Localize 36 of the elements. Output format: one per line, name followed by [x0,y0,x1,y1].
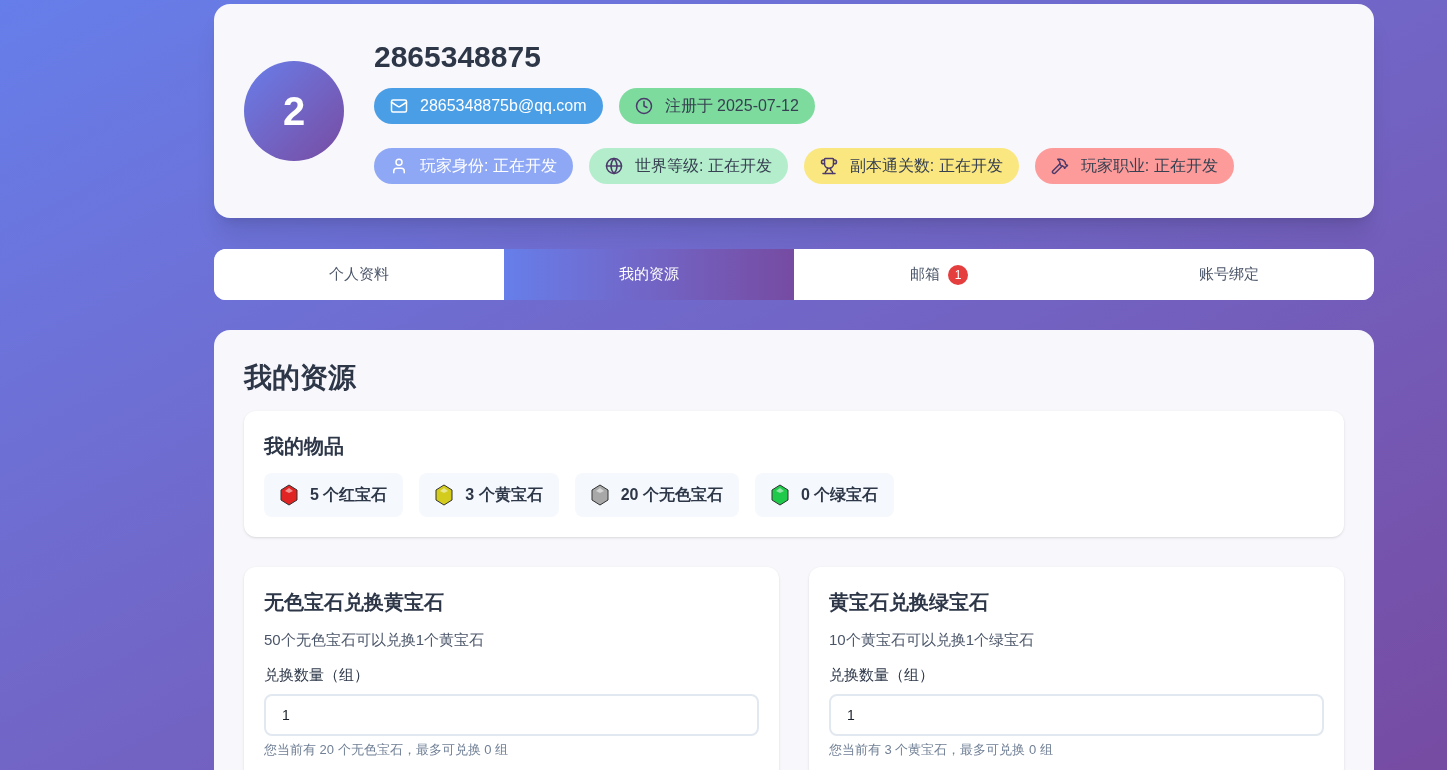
field-label: 兑换数量（组） [829,664,935,685]
badge-text: 玩家身份: 正在开发 [420,155,557,176]
badge-text: 副本通关数: 正在开发 [849,155,1003,176]
items-title: 我的物品 [264,434,345,459]
exchange-title: 无色宝石兑换黄宝石 [264,590,445,615]
item-count: 3 个黄宝石 [465,485,543,505]
person-icon [390,156,408,175]
user-name: 2865348875 [374,39,542,76]
clock-icon [634,96,653,115]
exchange-title: 黄宝石兑换绿宝石 [829,590,990,615]
badge-text: 2865348875b@qq.com [420,95,587,116]
exchange-description: 50个无色宝石可以兑换1个黄宝石 [264,630,486,650]
badge-text: 玩家职业: 正在开发 [1080,155,1218,176]
avatar: 2 [244,61,344,161]
tab[interactable]: 我的资源 [504,249,794,300]
globe-icon [604,156,623,175]
item-count: 20 个无色宝石 [620,485,723,505]
count-badge: 1 [948,264,968,285]
gem-icon [770,484,789,506]
quantity-field[interactable]: 1 [264,694,759,736]
hint-text: 您当前有 3 个黄宝石，最多可兑换 0 组 [829,741,1054,759]
mail-icon [390,96,408,115]
exchange-description: 10个黄宝石可以兑换1个绿宝石 [829,630,1036,650]
gem-icon [280,484,298,506]
item-count: 0 个绿宝石 [800,485,879,505]
badge-text: 注册于 2025-07-12 [664,95,799,116]
item-count: 5 个红宝石 [310,485,388,505]
hammer-icon [1050,156,1069,175]
section-title: 我的资源 [244,361,357,395]
gem-icon [590,484,609,506]
gem-icon [435,484,454,506]
badge-text: 世界等级: 正在开发 [634,155,772,176]
hint-text: 您当前有 20 个无色宝石，最多可兑换 0 组 [264,741,510,759]
trophy-icon [819,156,838,175]
quantity-field[interactable]: 1 [829,694,1324,736]
field-label: 兑换数量（组） [264,664,370,685]
